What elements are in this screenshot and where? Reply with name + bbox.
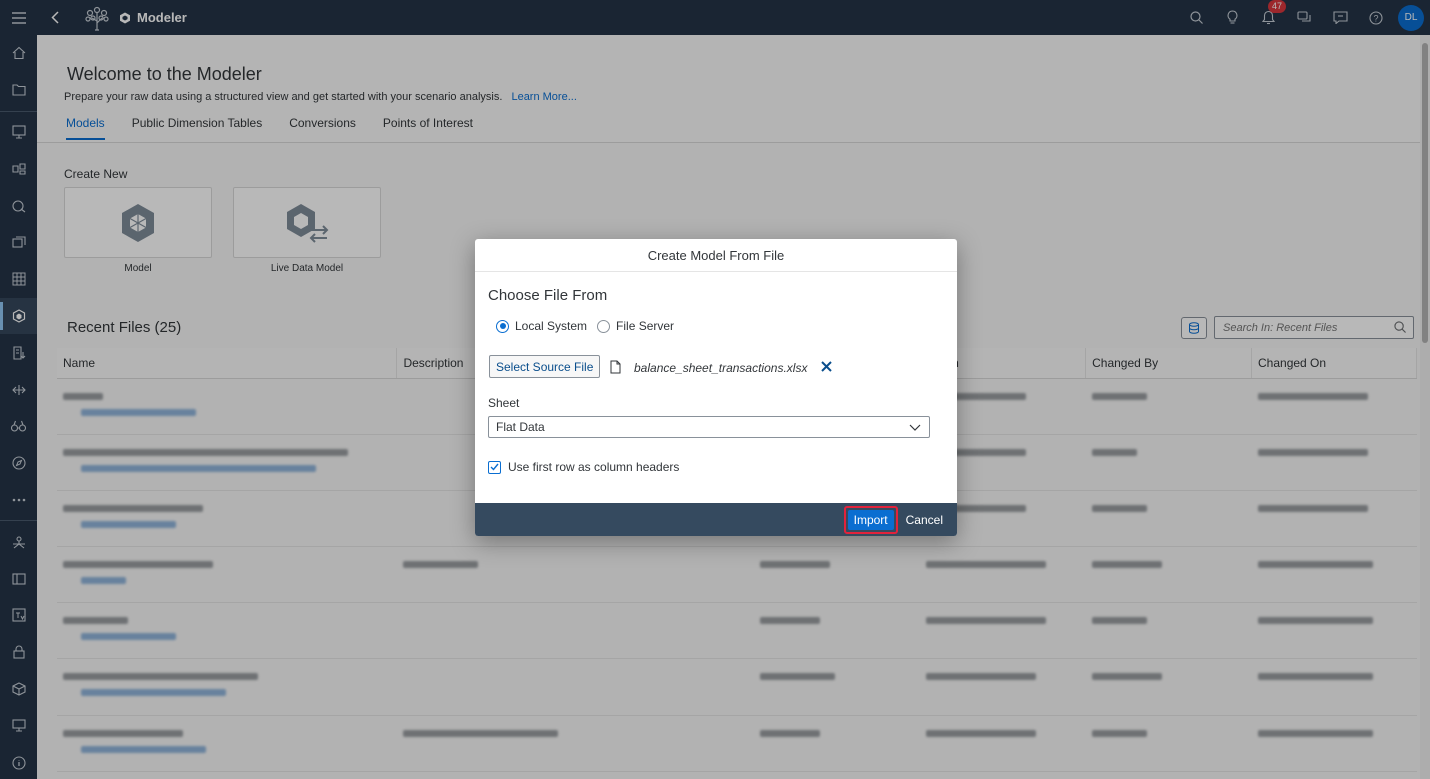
file-source-radio-group: Local System File Server [496,319,684,333]
checkmark-icon [490,463,499,471]
selected-filename: balance_sheet_transactions.xlsx [634,361,808,375]
chevron-down-icon[interactable] [909,421,921,436]
local-system-label[interactable]: Local System [515,319,587,333]
local-system-radio[interactable] [496,319,509,333]
first-row-headers-checkbox[interactable] [488,460,501,474]
first-row-headers-option: Use first row as column headers [488,460,679,474]
import-highlight: Import [843,505,898,534]
file-server-label[interactable]: File Server [616,319,674,333]
dialog-title: Create Model From File [475,239,957,272]
choose-file-from-heading: Choose File From [488,287,608,304]
dialog-footer: Import Cancel [475,503,957,536]
create-model-from-file-dialog: Create Model From File Choose File From … [475,239,957,536]
first-row-headers-label[interactable]: Use first row as column headers [508,460,679,474]
clear-file-close-icon[interactable] [821,360,832,375]
sheet-selected-value: Flat Data [496,420,545,434]
import-button[interactable]: Import [847,509,894,530]
file-server-radio[interactable] [597,319,611,333]
cancel-button[interactable]: Cancel [904,513,945,527]
sheet-dropdown[interactable]: Flat Data [488,416,930,438]
file-icon [610,360,621,377]
select-source-file-button[interactable]: Select Source File [489,355,601,378]
sheet-label: Sheet [488,396,520,410]
